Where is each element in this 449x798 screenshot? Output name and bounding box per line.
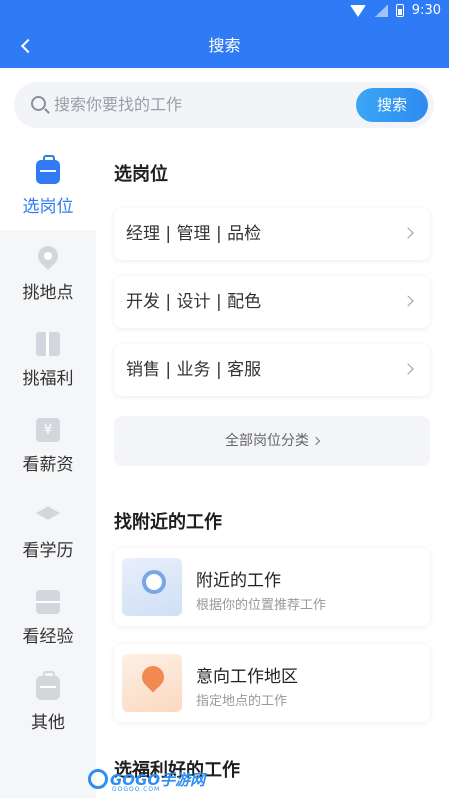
all-categories-label: 全部岗位分类 bbox=[225, 433, 309, 449]
sidebar: 选岗位 挑地点 挑福利 ¥ 看薪资 看学历 看经验 其他 bbox=[0, 144, 96, 798]
section-title-nearby: 找附近的工作 bbox=[114, 512, 222, 533]
sidebar-item-label: 挑地点 bbox=[22, 283, 74, 303]
radar-icon bbox=[122, 558, 182, 616]
status-icons: 9:30 bbox=[349, 3, 441, 18]
job-category-row[interactable]: 经理 | 管理 | 品检 bbox=[114, 208, 430, 260]
sidebar-item-label: 挑福利 bbox=[22, 369, 74, 389]
bag-icon bbox=[36, 671, 60, 700]
main-content: 选岗位 经理 | 管理 | 品检 开发 | 设计 | 配色 销售 | 业务 | … bbox=[96, 144, 449, 798]
watermark-subtext: GOGOO.COM bbox=[112, 786, 161, 793]
toolbox-icon bbox=[36, 590, 60, 614]
job-category-label: 经理 | 管理 | 品检 bbox=[126, 224, 262, 244]
job-category-row[interactable]: 开发 | 设计 | 配色 bbox=[114, 276, 430, 328]
sidebar-item-label: 看薪资 bbox=[22, 455, 74, 475]
job-category-row[interactable]: 销售 | 业务 | 客服 bbox=[114, 344, 430, 396]
search-input[interactable]: 搜索你要找的工作 搜索 bbox=[14, 82, 434, 128]
chevron-right-icon bbox=[311, 436, 321, 446]
sidebar-item-jobs[interactable]: 选岗位 bbox=[0, 144, 96, 230]
nav-bar: 搜索 bbox=[0, 24, 449, 68]
job-category-label: 开发 | 设计 | 配色 bbox=[126, 292, 262, 312]
all-categories-button[interactable]: 全部岗位分类 bbox=[114, 416, 430, 466]
watermark: GOGO手游网 GOGOO.COM bbox=[88, 764, 205, 794]
chevron-right-icon bbox=[402, 363, 414, 375]
gift-icon bbox=[36, 332, 60, 356]
map-pin-icon bbox=[122, 654, 182, 712]
search-area: 搜索你要找的工作 搜索 bbox=[0, 68, 449, 144]
search-placeholder: 搜索你要找的工作 bbox=[54, 95, 183, 114]
battery-icon bbox=[395, 4, 404, 17]
search-icon bbox=[31, 96, 46, 111]
card-subtitle: 根据你的位置推荐工作 bbox=[196, 598, 327, 613]
search-button[interactable]: 搜索 bbox=[356, 88, 428, 122]
card-title: 意向工作地区 bbox=[196, 667, 298, 687]
yen-icon: ¥ bbox=[36, 418, 60, 442]
page-title: 搜索 bbox=[208, 36, 241, 55]
section-title-jobs: 选岗位 bbox=[114, 164, 168, 185]
chevron-right-icon bbox=[402, 295, 414, 307]
card-title: 附近的工作 bbox=[196, 571, 281, 591]
sidebar-item-label: 选岗位 bbox=[22, 197, 74, 217]
watermark-logo-icon bbox=[88, 769, 108, 789]
signal-icon bbox=[373, 4, 388, 17]
location-pin-icon bbox=[33, 241, 63, 271]
sidebar-item-label: 其他 bbox=[31, 713, 65, 733]
sidebar-item-experience[interactable]: 看经验 bbox=[0, 574, 96, 660]
sidebar-item-label: 看学历 bbox=[22, 541, 74, 561]
chevron-right-icon bbox=[402, 227, 414, 239]
sidebar-item-salary[interactable]: ¥ 看薪资 bbox=[0, 402, 96, 488]
sidebar-item-other[interactable]: 其他 bbox=[0, 660, 96, 746]
status-time: 9:30 bbox=[411, 3, 441, 18]
wifi-icon bbox=[349, 4, 366, 17]
nearby-jobs-card[interactable]: 附近的工作 根据你的位置推荐工作 bbox=[114, 548, 430, 626]
sidebar-item-education[interactable]: 看学历 bbox=[0, 488, 96, 574]
sidebar-item-benefits[interactable]: 挑福利 bbox=[0, 316, 96, 402]
briefcase-icon bbox=[36, 155, 60, 184]
job-category-label: 销售 | 业务 | 客服 bbox=[126, 360, 262, 380]
preferred-area-card[interactable]: 意向工作地区 指定地点的工作 bbox=[114, 644, 430, 722]
sidebar-item-label: 看经验 bbox=[22, 627, 74, 647]
card-subtitle: 指定地点的工作 bbox=[196, 694, 288, 709]
status-bar: 9:30 bbox=[0, 0, 449, 24]
sidebar-item-location[interactable]: 挑地点 bbox=[0, 230, 96, 316]
graduation-cap-icon bbox=[36, 506, 60, 520]
